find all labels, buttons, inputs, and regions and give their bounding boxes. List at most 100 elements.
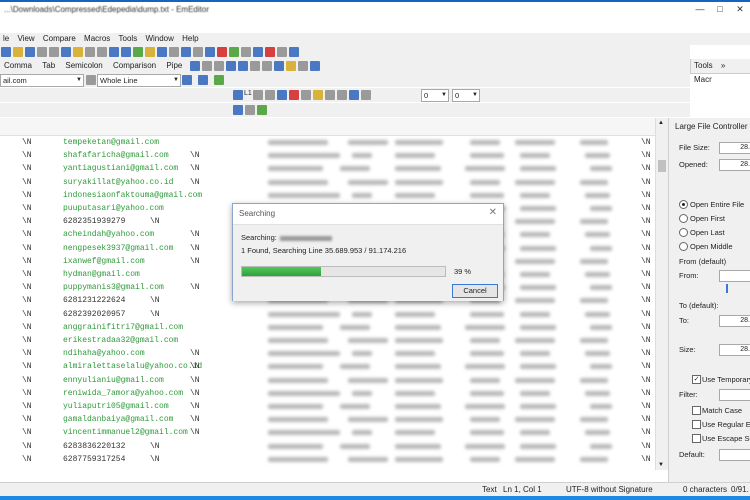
filter-input[interactable] [719,389,750,401]
csv-comparison-button[interactable]: Comparison [109,59,160,73]
size-input[interactable]: 28. [719,344,750,356]
menu-window[interactable]: Window [142,33,176,45]
bookmark-icon[interactable] [145,47,155,57]
find-icon[interactable] [109,47,119,57]
table-row[interactable]: \N 6283836220132 \N \N [0,440,655,453]
highlight-icon[interactable] [285,61,296,71]
close-button[interactable]: ✕ [730,4,750,15]
status-mode[interactable]: Text [482,485,497,494]
csv-semicolon-button[interactable]: Semicolon [61,59,106,73]
table-row[interactable]: \N yantiagustiani@gmail.com \N \N [0,162,655,175]
tab-macros[interactable]: Macr [691,73,715,87]
redo-icon[interactable] [97,47,107,57]
menu-macros[interactable]: Macros [81,33,113,45]
menu-compare[interactable]: Compare [40,33,79,45]
csv-pipe-button[interactable]: Pipe [162,59,186,73]
default-input[interactable] [719,449,750,461]
delete-column-icon[interactable] [264,90,275,100]
filter-clear-icon[interactable] [198,75,208,85]
save-icon[interactable] [25,47,35,57]
run-icon[interactable] [229,47,239,57]
menu-file[interactable]: le [0,33,12,45]
open-middle-radio[interactable] [679,242,688,251]
open-folder-icon[interactable] [13,47,23,57]
word-wrap-icon[interactable] [169,47,179,57]
sort-asc-icon[interactable] [225,61,236,71]
table-row[interactable]: \N shafafaricha@gmail.com \N \N [0,149,655,162]
settings-icon[interactable] [241,47,251,57]
open-last-radio[interactable] [679,228,688,237]
split-icon[interactable] [193,47,203,57]
tab-tools[interactable]: Tools [691,59,716,73]
filter-regex-icon[interactable] [214,75,224,85]
new-file-icon[interactable] [1,47,11,57]
filter-options-icon[interactable] [86,75,96,85]
columns-icon[interactable] [181,47,191,57]
table-row[interactable]: \N indonesiaonfaktouma@gmail.com \N [0,189,655,202]
number-combo-1[interactable]: 0 ▼ [421,89,449,102]
cut-icon[interactable] [49,47,59,57]
plugin-icon[interactable] [253,47,263,57]
column-right-icon[interactable] [213,61,224,71]
filter-icon[interactable] [157,47,167,57]
csv-tab-button[interactable]: Tab [38,59,59,73]
table-row[interactable]: \N 6287759317254 \N \N [0,453,655,466]
freeze-icon[interactable] [273,61,284,71]
options-icon[interactable] [277,47,287,57]
heading-icon[interactable] [261,61,272,71]
mark-icon[interactable] [348,90,359,100]
print-icon[interactable] [37,47,47,57]
table-row[interactable]: \N yuliaputri05@gmail.com \N \N [0,400,655,413]
replace-icon[interactable] [121,47,131,57]
use-regex-checkbox[interactable] [692,420,701,429]
table-row[interactable]: \N suryakillat@yahoo.co.id \N \N [0,176,655,189]
status-encoding[interactable]: UTF-8 without Signature [566,485,653,494]
find-next-icon[interactable] [133,47,143,57]
scroll-thumb[interactable] [658,160,666,172]
menu-view[interactable]: View [14,33,37,45]
csv-options-icon[interactable] [309,61,320,71]
next-match-icon[interactable] [257,105,267,115]
remove-dup-icon[interactable] [288,90,299,100]
open-first-radio[interactable] [679,214,688,223]
minimize-button[interactable]: — [690,4,710,15]
status-position[interactable]: Ln 1, Col 1 [503,485,542,494]
align-icon[interactable] [324,90,335,100]
menu-help[interactable]: Help [179,33,201,45]
grid-icon[interactable] [233,90,243,100]
csv-comma-button[interactable]: Comma [0,59,36,73]
trim-icon[interactable] [336,90,347,100]
stop-icon[interactable] [265,47,275,57]
record-icon[interactable] [217,47,227,57]
menu-tools[interactable]: Tools [116,33,141,45]
dialog-close-button[interactable]: ✕ [489,207,497,218]
use-escape-checkbox[interactable] [692,434,701,443]
match-mode-combo[interactable]: Whole Line ▼ [97,74,181,87]
tab-more[interactable]: » [718,59,728,73]
from-input[interactable] [719,270,750,282]
table-row[interactable]: \N almiralettaselalu@yahoo.co.id \N \N [0,360,655,373]
vertical-scrollbar[interactable]: ▲ ▼ [655,118,668,470]
table-row[interactable]: \N vincentimmanuel2@gmail.com \N \N [0,426,655,439]
filter-combo[interactable]: ail.com ▼ [0,74,84,87]
cancel-button[interactable]: Cancel [452,284,498,298]
bookmark-next-icon[interactable] [233,105,243,115]
table-row[interactable]: \N 6282392020957 \N \N [0,308,655,321]
merge-icon[interactable] [360,90,371,100]
number-combo-2[interactable]: 0 ▼ [452,89,480,102]
table-row[interactable]: \N gamaldanbaiya@gmail.com \N \N [0,413,655,426]
sort-icon[interactable] [249,61,260,71]
table-row[interactable]: \N ennyulianiu@gmail.com \N \N [0,374,655,387]
open-entire-radio[interactable] [679,200,688,209]
table-row[interactable]: \N tempeketan@gmail.com \N [0,136,655,149]
table-row[interactable]: \N erikestradaa32@gmail.com \N [0,334,655,347]
use-temporary-checkbox[interactable]: ✓ [692,375,701,384]
table-row[interactable]: \N ndihaha@yahoo.com \N \N [0,347,655,360]
undo-icon[interactable] [85,47,95,57]
paste-icon[interactable] [73,47,83,57]
link-icon[interactable] [289,47,299,57]
macro-icon[interactable] [205,47,215,57]
select-column-icon[interactable] [276,90,287,100]
to-input[interactable]: 28. [719,315,750,327]
match-case-checkbox[interactable] [692,406,701,415]
